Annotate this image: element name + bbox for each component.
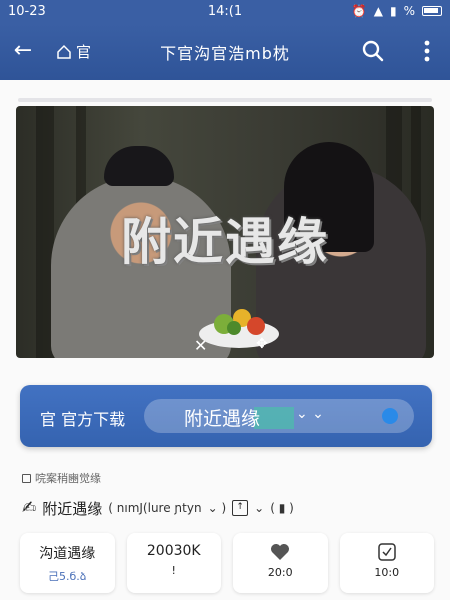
feature-card[interactable]: 10:0 [339,533,434,593]
battery-icon [422,6,442,16]
alarm-icon: ⏰ [351,4,367,18]
hero-banner[interactable]: 附近遇缘 ✕ ✥ [16,106,434,358]
wifi-icon: ▲ [373,4,383,18]
selector-title: 附近遇缘 [42,499,103,518]
card-sub: 20:0 [267,566,293,579]
tagline-text: 唍案稍豳觉缘 [35,472,101,485]
upload-icon[interactable]: ↑ [232,500,249,516]
status-bar: 10-23 14:(1 ⏰ ▲ ▮ % [0,0,450,24]
tag-icon [22,473,31,483]
tagline: 唍案稍豳觉缘 [22,470,101,486]
app-selector-row[interactable]: ✍ 附近遇缘 ( nımJ(lure ɲtyn ⌄ ) ↑ ⌄ ( ▮ ) [22,496,294,520]
chevron-down-icon[interactable]: ⌄ ⌄ [296,406,324,422]
more-menu-icon[interactable] [422,38,432,64]
banner-headline: 附近遇缘 [121,213,329,271]
move-icon[interactable]: ✥ [256,336,268,352]
card-title: 20030K [146,543,201,559]
card-title: 沟道遇缘 [39,546,96,562]
feature-card[interactable]: 20:0 [233,533,328,593]
close-icon[interactable]: ✕ [194,336,207,355]
progress-bar [18,98,432,102]
dropdown-chevron-icon[interactable]: ⌄ [254,501,264,515]
salad-bowl-image [199,309,279,348]
card-sub: 10:0 [374,566,400,579]
feature-card[interactable]: 20030K ! [126,533,221,593]
check-box-icon [378,543,396,561]
selector-chevron-icon[interactable]: ⌄ ) [208,501,227,515]
battery-percent: % [403,4,415,18]
search-field-text: 附近遇缘 [184,408,261,430]
official-download-label: 官 官方下载 [40,410,126,429]
selector-subtitle: ( nımJ(lure ɲtyn [108,501,202,515]
feature-card[interactable]: 沟道遇缘 己5.б.ձ [20,533,115,593]
card-sub: ! [171,564,176,577]
search-field[interactable]: 附近遇缘 ⌄ ⌄ [144,399,414,433]
download-bar[interactable]: 官 官方下载 附近遇缘 ⌄ ⌄ [20,385,432,447]
feature-cards: 沟道遇缘 己5.б.ձ 20030K ! 20:0 10:0 [20,533,434,593]
action-dot-icon[interactable] [382,408,398,424]
app-logo-icon: ✍ [22,498,37,518]
signal-icon: ▮ [389,4,397,18]
card-sub: 己5.б.ձ [48,570,87,583]
app-header: ← 官 下官沟官浩mb枕 [0,24,450,80]
heart-icon [271,544,290,560]
status-icons: ⏰ ▲ ▮ % [352,3,442,19]
dots-indicator: ( ▮ ) [270,501,294,515]
search-icon[interactable] [360,38,386,64]
